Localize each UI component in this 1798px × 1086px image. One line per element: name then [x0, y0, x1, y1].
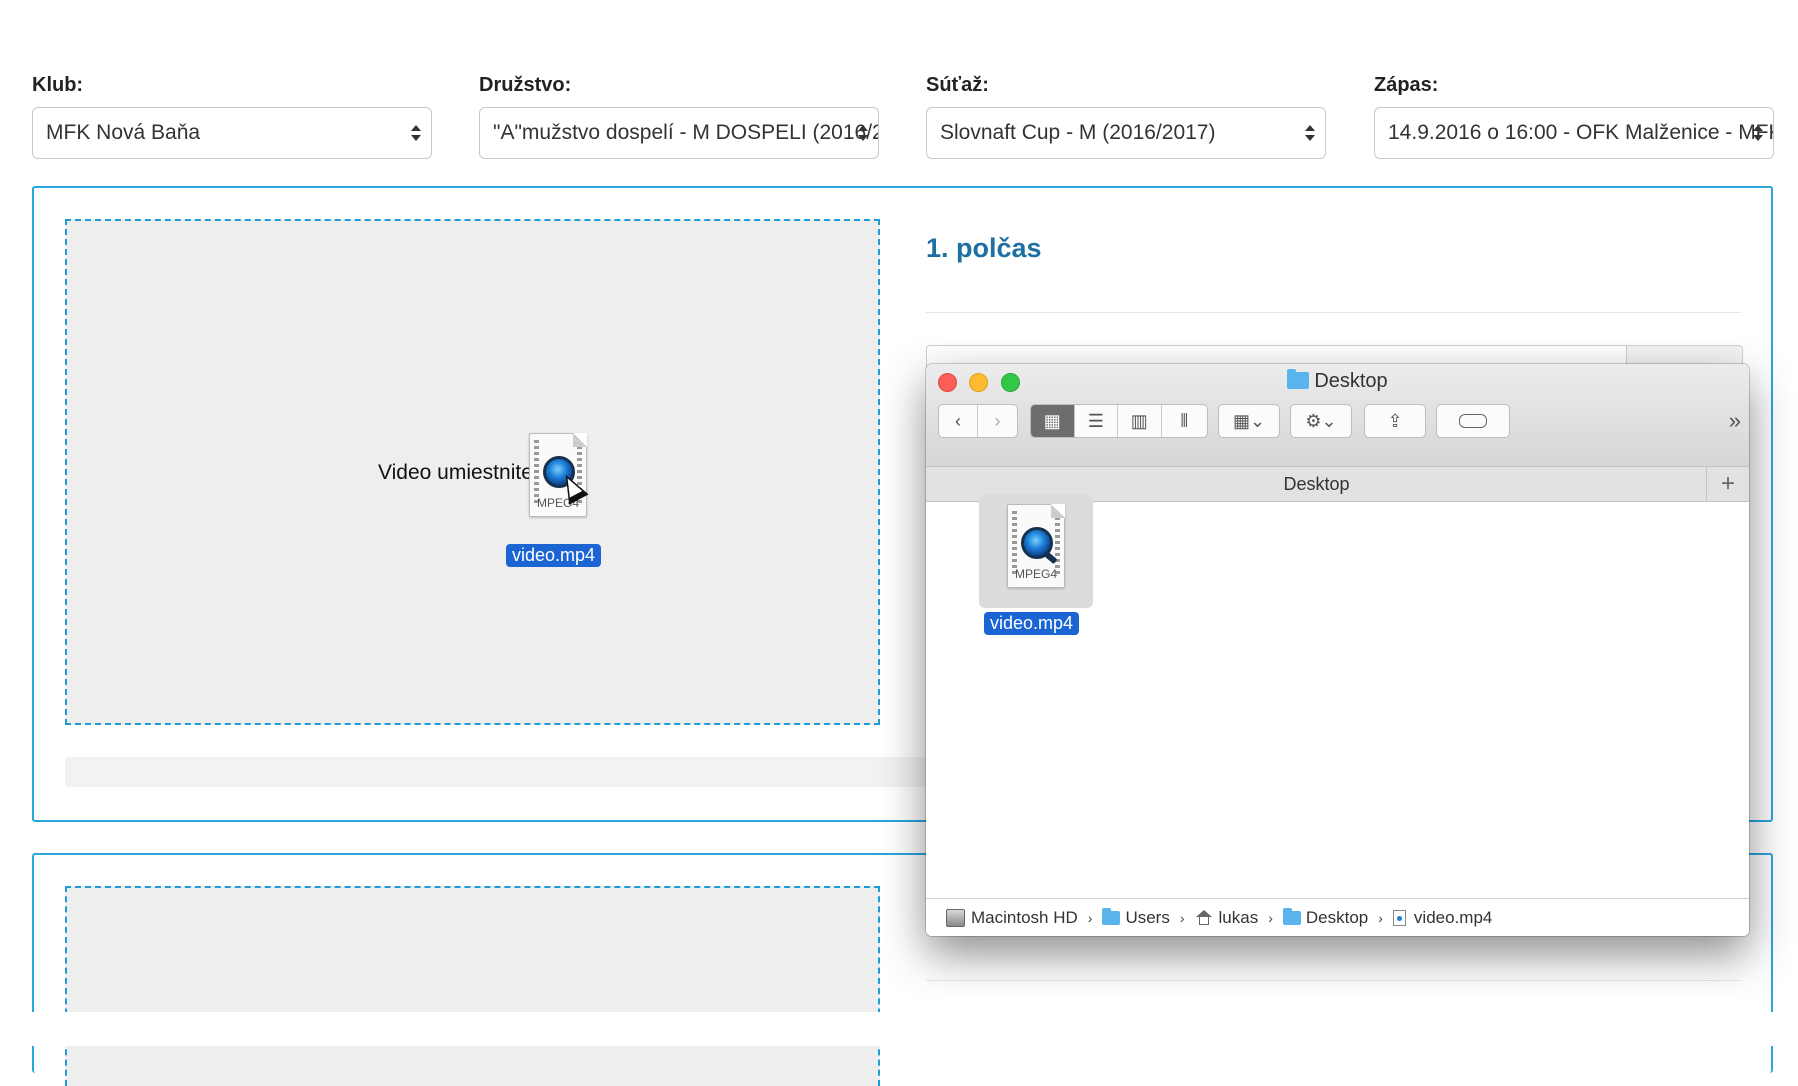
- path-item-users[interactable]: Users: [1102, 907, 1170, 928]
- select-arrows-icon: [1303, 108, 1317, 158]
- chevron-right-icon: ›: [1179, 909, 1185, 926]
- arrange-button[interactable]: ▦⌄: [1218, 404, 1280, 438]
- chevron-right-icon: ›: [1087, 909, 1093, 926]
- competition-label: Súťaž:: [926, 74, 989, 96]
- match-select[interactable]: 14.9.2016 o 16:00 - OFK Malženice - MFK …: [1374, 107, 1774, 159]
- dragged-file-name: video.mp4: [506, 544, 602, 567]
- action-button[interactable]: ⚙⌄: [1290, 404, 1352, 438]
- team-select-value: "A"mužstvo dospelí - M DOSPELI (2016/201…: [493, 121, 878, 144]
- finder-file-icon[interactable]: MPEG4: [999, 504, 1073, 598]
- path-item-file[interactable]: video.mp4: [1392, 907, 1493, 928]
- chevron-right-icon: ›: [1268, 909, 1273, 926]
- video-file-icon: [1392, 909, 1406, 926]
- share-button[interactable]: ⇪: [1364, 404, 1426, 438]
- club-select[interactable]: MFK Nová Baňa: [32, 107, 432, 159]
- arrange-icon: ▦⌄: [1232, 410, 1266, 431]
- column-view-button[interactable]: ▥: [1118, 405, 1162, 437]
- divider: [926, 312, 1741, 313]
- grid-icon: ▦: [1043, 410, 1061, 431]
- list-view-button[interactable]: ☰: [1075, 405, 1119, 437]
- select-arrows-icon: [856, 108, 870, 158]
- chevron-right-icon: ›: [1378, 909, 1383, 926]
- path-item-desktop[interactable]: Desktop: [1282, 907, 1369, 928]
- hard-drive-icon: [946, 908, 965, 927]
- finder-window-title: Desktop: [926, 369, 1749, 393]
- video-dropzone-first-half[interactable]: Video umiestnite sem: [65, 219, 880, 725]
- path-label: lukas: [1218, 907, 1259, 927]
- quicktime-icon: [1021, 527, 1053, 559]
- tab-label: Desktop: [1283, 474, 1350, 494]
- video-dropzone-second-half[interactable]: [65, 886, 880, 1086]
- select-arrows-icon: [1751, 108, 1765, 158]
- back-button[interactable]: ‹: [939, 405, 979, 437]
- team-field: Družstvo: "A"mužstvo dospelí - M DOSPELI…: [479, 74, 879, 159]
- page-bottom: [0, 1012, 1798, 1046]
- club-select-value: MFK Nová Baňa: [46, 121, 201, 144]
- finder-title-text: Desktop: [1314, 370, 1388, 392]
- path-item-user-home[interactable]: lukas: [1195, 907, 1259, 928]
- columns-icon: ▥: [1130, 410, 1148, 431]
- match-select-value: 14.9.2016 o 16:00 - OFK Malženice - MFK …: [1388, 121, 1773, 144]
- share-icon: ⇪: [1387, 410, 1403, 431]
- finder-window: Desktop ‹ › ▦ ☰ ▥ ⫴ ▦⌄ ⚙⌄ ⇪ » Desktop +: [926, 364, 1749, 936]
- club-label: Klub:: [32, 74, 84, 96]
- finder-titlebar: Desktop ‹ › ▦ ☰ ▥ ⫴ ▦⌄ ⚙⌄ ⇪ »: [926, 364, 1749, 466]
- path-bar: Macintosh HD › Users › lukas › Desktop ›…: [926, 898, 1749, 936]
- nav-buttons: ‹ ›: [938, 404, 1018, 438]
- path-label: Users: [1125, 907, 1170, 927]
- select-arrows-icon: [409, 108, 423, 158]
- upload-progress-bar: [65, 757, 945, 787]
- half-title: 1. polčas: [926, 233, 1042, 263]
- tags-button[interactable]: [1436, 404, 1510, 438]
- team-label: Družstvo:: [479, 74, 572, 96]
- document-icon: MPEG4: [1007, 504, 1065, 588]
- path-item-macintosh-hd[interactable]: Macintosh HD: [946, 908, 1078, 928]
- folder-icon: [1102, 907, 1121, 925]
- path-label: Desktop: [1305, 907, 1369, 927]
- competition-field: Súťaž: Slovnaft Cup - M (2016/2017): [926, 74, 1326, 159]
- home-icon: [1195, 909, 1213, 926]
- new-tab-button[interactable]: +: [1706, 467, 1749, 501]
- gear-icon: ⚙⌄: [1305, 410, 1337, 431]
- folder-icon: [1282, 907, 1301, 925]
- view-mode-buttons: ▦ ☰ ▥ ⫴: [1030, 404, 1208, 438]
- forward-button[interactable]: ›: [978, 405, 1017, 437]
- icon-view-button[interactable]: ▦: [1031, 405, 1075, 437]
- file-type-label: MPEG4: [1014, 567, 1057, 581]
- chevron-right-icon: ›: [994, 410, 1001, 431]
- match-field: Zápas: 14.9.2016 o 16:00 - OFK Malženice…: [1374, 74, 1774, 159]
- finder-file-name[interactable]: video.mp4: [984, 612, 1080, 635]
- folder-icon: [1287, 369, 1310, 389]
- path-label: video.mp4: [1413, 907, 1493, 927]
- team-select[interactable]: "A"mužstvo dospelí - M DOSPELI (2016/201…: [479, 107, 879, 159]
- match-label: Zápas:: [1374, 74, 1439, 96]
- path-label: Macintosh HD: [971, 907, 1078, 927]
- divider: [926, 980, 1741, 981]
- toolbar-overflow-button[interactable]: »: [1729, 408, 1741, 434]
- coverflow-view-button[interactable]: ⫴: [1162, 405, 1207, 437]
- chevron-left-icon: ‹: [955, 410, 961, 431]
- coverflow-icon: ⫴: [1180, 410, 1189, 431]
- list-icon: ☰: [1087, 410, 1104, 431]
- competition-select-value: Slovnaft Cup - M (2016/2017): [940, 121, 1216, 144]
- competition-select[interactable]: Slovnaft Cup - M (2016/2017): [926, 107, 1326, 159]
- tag-icon: [1459, 414, 1487, 428]
- club-field: Klub: MFK Nová Baňa: [32, 74, 432, 159]
